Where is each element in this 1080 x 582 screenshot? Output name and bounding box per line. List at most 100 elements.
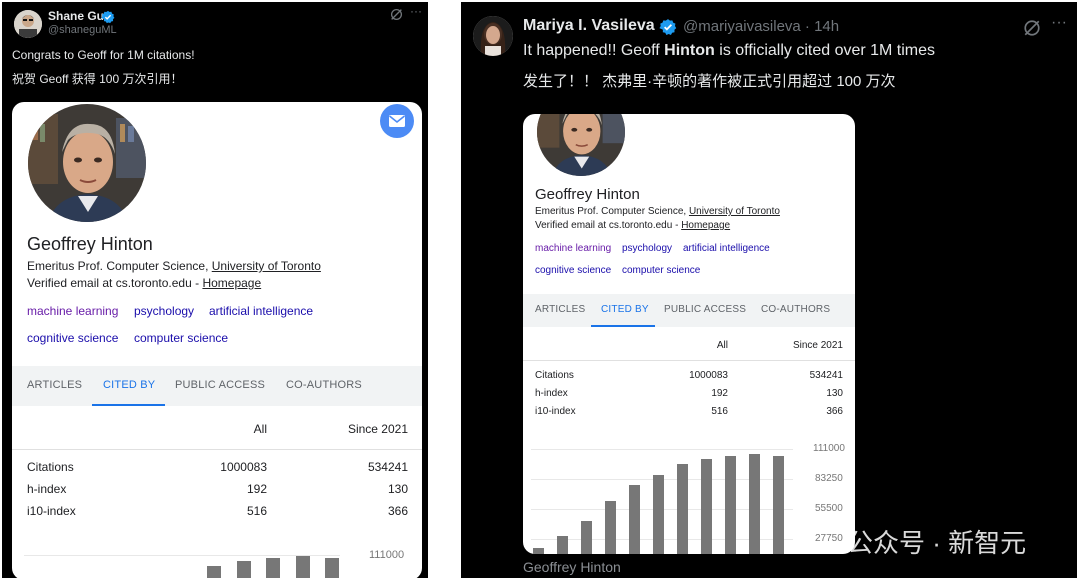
chart-bar[interactable]	[749, 454, 760, 554]
chart-bar[interactable]	[207, 566, 221, 578]
row-all: 192	[711, 388, 728, 399]
tag-psychology[interactable]: psychology	[134, 304, 194, 318]
row-label[interactable]: h-index	[535, 388, 568, 399]
author-handle[interactable]: @mariyaivasileva · 14h	[683, 18, 839, 35]
chart-gridline	[531, 449, 793, 450]
row-label[interactable]: i10-index	[535, 406, 576, 417]
profile-photo	[537, 114, 625, 176]
table-divider	[523, 360, 855, 361]
tweet-text-line2: 祝贺 Geoff 获得 100 万次引用！	[12, 72, 183, 86]
tab-co-authors[interactable]: CO-AUTHORS	[286, 379, 362, 391]
row-label[interactable]: Citations	[535, 370, 574, 381]
row-all: 192	[246, 482, 267, 496]
tag-cognitive-science[interactable]: cognitive science	[27, 331, 118, 345]
homepage-link[interactable]: Homepage	[681, 220, 730, 231]
chart-tick-label: 83250	[815, 473, 843, 484]
more-options-icon[interactable]: ···	[410, 4, 422, 18]
column-header-since: Since 2021	[347, 422, 408, 436]
tag-psychology[interactable]: psychology	[622, 243, 672, 254]
tag-cognitive-science[interactable]: cognitive science	[535, 265, 611, 276]
chart-tick-label: 111000	[813, 443, 845, 454]
scholar-profile-card[interactable]: Geoffrey Hinton Emeritus Prof. Computer …	[523, 114, 855, 554]
grok-icon[interactable]	[1023, 19, 1041, 37]
row-label[interactable]: h-index	[27, 482, 66, 496]
chart-bar[interactable]	[701, 459, 712, 554]
profile-name: Geoffrey Hinton	[27, 234, 153, 254]
verified-badge-icon	[101, 10, 115, 24]
chart-bar[interactable]	[773, 456, 784, 554]
image-caption: Geoffrey Hinton	[523, 559, 621, 575]
profile-email: Verified email at cs.toronto.edu - Homep…	[27, 276, 262, 290]
author-avatar[interactable]	[14, 10, 42, 38]
row-all: 516	[711, 406, 728, 417]
tab-public-access[interactable]: PUBLIC ACCESS	[664, 304, 746, 315]
row-since: 534241	[367, 460, 408, 474]
tag-machine-learning[interactable]: machine learning	[27, 304, 118, 318]
follow-email-button[interactable]	[380, 104, 414, 138]
chart-tick-label: 27750	[815, 533, 843, 544]
active-tab-indicator	[92, 404, 165, 406]
tag-artificial-intelligence[interactable]: artificial intelligence	[209, 304, 313, 318]
watermark-text: 公众号 · 新智元	[847, 528, 1027, 558]
column-header-since: Since 2021	[792, 340, 843, 351]
chart-bar[interactable]	[581, 521, 592, 554]
affiliation-link[interactable]: University of Toronto	[212, 259, 321, 273]
verified-badge-icon	[659, 19, 677, 35]
profile-email: Verified email at cs.toronto.edu - Homep…	[535, 220, 731, 231]
row-all: 1000083	[220, 460, 267, 474]
tweet-text-line2: 发生了！！ 杰弗里·辛顿的著作被正式引用超过 100 万次	[523, 73, 896, 90]
chart-tick-label: 111000	[369, 549, 405, 561]
row-since: 366	[826, 406, 843, 417]
tab-co-authors[interactable]: CO-AUTHORS	[761, 304, 830, 315]
row-since: 130	[387, 482, 408, 496]
profile-affiliation: Emeritus Prof. Computer Science, Univers…	[535, 206, 780, 217]
chart-bar[interactable]	[605, 501, 616, 554]
tag-computer-science[interactable]: computer science	[134, 331, 228, 345]
tweet-text-line1: Congrats to Geoff for 1M citations!	[12, 48, 195, 62]
chart-tick-label: 55500	[815, 503, 843, 514]
chart-bar[interactable]	[533, 548, 544, 554]
grok-icon[interactable]	[390, 8, 403, 21]
tweet-right: Mariya I. Vasileva @mariyaivasileva · 14…	[461, 2, 1077, 578]
chart-bar[interactable]	[266, 558, 280, 578]
chart-bar[interactable]	[725, 456, 736, 554]
row-label[interactable]: Citations	[27, 460, 74, 474]
tab-articles[interactable]: ARTICLES	[27, 379, 82, 391]
chart-bar[interactable]	[236, 561, 251, 578]
author-name[interactable]: Shane Gu	[48, 9, 104, 23]
chart-bar[interactable]	[295, 556, 310, 578]
active-tab-indicator	[591, 325, 655, 327]
column-header-all: All	[716, 340, 728, 351]
author-avatar[interactable]	[473, 16, 513, 56]
tag-machine-learning[interactable]: machine learning	[535, 243, 611, 254]
tag-artificial-intelligence[interactable]: artificial intelligence	[683, 243, 770, 254]
chart-bar[interactable]	[677, 464, 688, 554]
author-name[interactable]: Mariya I. Vasileva	[523, 17, 655, 35]
tab-cited-by[interactable]: CITED BY	[103, 379, 155, 391]
email-icon	[389, 115, 405, 127]
row-label[interactable]: i10-index	[27, 504, 76, 518]
more-options-icon[interactable]: ···	[1051, 14, 1067, 32]
scholar-profile-card[interactable]: Geoffrey Hinton Emeritus Prof. Computer …	[12, 102, 422, 578]
tab-cited-by[interactable]: CITED BY	[601, 304, 649, 315]
row-since: 366	[387, 504, 408, 518]
table-divider	[12, 449, 422, 450]
chart-bar[interactable]	[325, 558, 339, 578]
tweet-left: Shane Gu @shaneguML ··· Congrats to Geof…	[2, 2, 428, 578]
tab-articles[interactable]: ARTICLES	[535, 304, 585, 315]
row-since: 130	[826, 388, 843, 399]
tweet-text-line1: It happened!! Geoff Hinton is officially…	[523, 42, 936, 59]
tag-computer-science[interactable]: computer science	[622, 265, 700, 276]
tab-public-access[interactable]: PUBLIC ACCESS	[175, 379, 265, 391]
affiliation-link[interactable]: University of Toronto	[689, 206, 780, 217]
profile-name: Geoffrey Hinton	[535, 186, 640, 203]
chart-bar[interactable]	[653, 475, 664, 554]
row-all: 516	[246, 504, 267, 518]
chart-gridline	[24, 555, 340, 556]
chart-bar[interactable]	[629, 485, 640, 554]
homepage-link[interactable]: Homepage	[202, 276, 261, 290]
row-since: 534241	[809, 370, 843, 381]
chart-bar[interactable]	[557, 536, 568, 554]
profile-photo	[28, 104, 146, 222]
author-handle[interactable]: @shaneguML	[48, 24, 117, 36]
